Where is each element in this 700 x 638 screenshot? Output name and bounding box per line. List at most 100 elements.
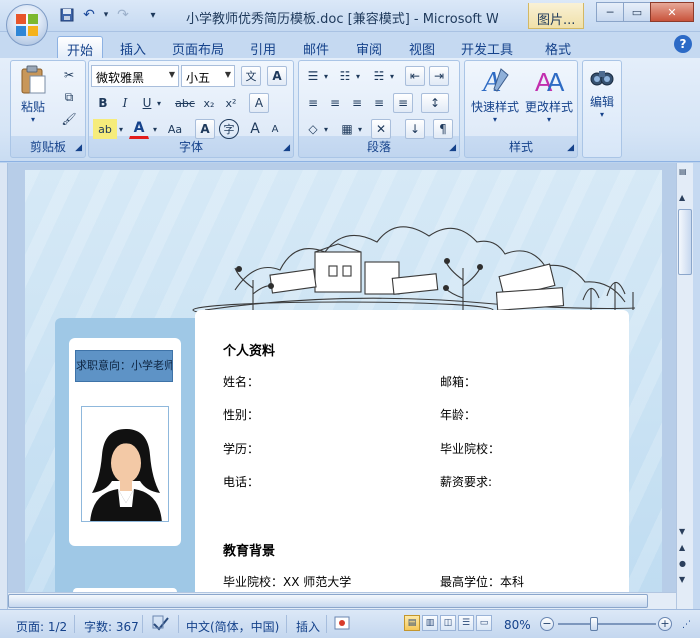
shading-dropdown-icon[interactable]: ▾ [321,119,331,139]
tab-mailings[interactable]: 邮件 [295,36,337,58]
bullets-dropdown-icon[interactable]: ▾ [321,66,331,86]
tab-page-layout[interactable]: 页面布局 [166,36,230,58]
tab-view[interactable]: 视图 [401,36,443,58]
font-name-dropdown-icon[interactable]: ▼ [169,70,175,79]
increase-indent-icon[interactable]: ⇥ [429,66,449,86]
styles-launcher-icon[interactable]: ◢ [567,143,574,153]
web-layout-icon[interactable]: ◫ [440,615,456,631]
status-insert-mode[interactable]: 插入 [296,618,320,635]
document-page[interactable]: 求职意向：小学老师 个人资料 姓名： 邮箱： 性别： 年龄： 学历： 毕业院校：… [25,170,662,602]
grow-font-icon[interactable]: A [245,119,265,139]
zoom-in-button[interactable]: + [658,617,672,631]
macro-record-icon[interactable] [334,615,350,634]
previous-page-icon[interactable]: ▲ [679,543,685,552]
quick-styles-button[interactable]: A 快速样式 ▾ [469,65,521,131]
scroll-down-icon[interactable]: ▼ [679,527,685,536]
status-page[interactable]: 页面: 1/2 [16,618,67,635]
numbering-dropdown-icon[interactable]: ▾ [353,66,363,86]
change-styles-button[interactable]: A A 更改样式 ▾ [523,65,575,131]
horizontal-scrollbar[interactable] [8,592,676,609]
draft-view-icon[interactable]: ▭ [476,615,492,631]
font-color-dropdown-icon[interactable]: ▾ [149,119,161,139]
outline-view-icon[interactable]: ☰ [458,615,474,631]
resize-grip-icon[interactable]: ⋰ [682,620,691,630]
format-painter-icon[interactable]: 🖌 [59,109,79,129]
contextual-tab-picture-tools[interactable]: 图片... [528,3,584,29]
subscript-button[interactable]: x₂ [199,93,219,113]
font-size-combo[interactable]: 小五 ▼ [181,65,235,87]
close-button[interactable]: ✕ [650,2,694,22]
center-icon[interactable]: ≡ [325,93,345,113]
paragraph-launcher-icon[interactable]: ◢ [449,143,456,153]
multilevel-list-icon[interactable]: ☵ [369,66,389,86]
maximize-button[interactable]: ▭ [623,2,651,22]
numbering-icon[interactable]: ☷ [335,66,355,86]
redo-icon[interactable]: ↷ [114,6,132,24]
borders-icon[interactable]: ▦ [337,119,357,139]
enclose-characters-icon[interactable]: 字 [219,119,239,139]
customize-qat-icon[interactable]: ▾ [144,6,162,24]
tab-format[interactable]: 格式 [536,36,580,58]
paste-button[interactable]: 粘贴 ▾ [15,65,51,131]
underline-dropdown-icon[interactable]: ▾ [153,93,165,113]
horizontal-scroll-thumb[interactable] [8,594,648,608]
next-page-icon[interactable]: ▼ [679,575,685,584]
superscript-button[interactable]: x² [221,93,241,113]
ruler-toggle-icon[interactable]: ▤ [679,167,687,176]
print-layout-view-icon[interactable]: ▤ [404,615,420,631]
status-word-count[interactable]: 字数: 367 [84,618,139,635]
save-icon[interactable] [58,6,76,24]
align-left-icon[interactable]: ≡ [303,93,323,113]
line-spacing-icon[interactable]: ↕ [421,93,449,113]
vertical-scrollbar[interactable]: ▤ ▲ ▼ ▲ ● ▼ [676,163,693,609]
zoom-out-button[interactable]: − [540,617,554,631]
highlight-dropdown-icon[interactable]: ▾ [115,119,127,139]
align-right-icon[interactable]: ≡ [347,93,367,113]
change-case-icon[interactable]: Aa [163,119,187,139]
browse-object-icon[interactable]: ● [679,559,686,568]
clear-formatting-icon[interactable]: A [249,93,269,113]
tab-review[interactable]: 审阅 [348,36,390,58]
strikethrough-button[interactable]: abc [173,93,197,113]
character-shading-icon[interactable]: A [195,119,215,139]
borders-dropdown-icon[interactable]: ▾ [355,119,365,139]
proofing-icon[interactable] [152,615,170,636]
cut-icon[interactable]: ✂ [59,65,79,85]
scroll-up-icon[interactable]: ▲ [679,193,685,202]
clipboard-launcher-icon[interactable]: ◢ [75,143,82,153]
font-name-combo[interactable]: 微软雅黑 ▼ [91,65,179,87]
shrink-font-icon[interactable]: A [265,119,285,139]
copy-icon[interactable]: ⧉ [59,87,79,107]
bold-button[interactable]: B [93,93,113,113]
help-icon[interactable]: ? [674,35,692,53]
zoom-level[interactable]: 80% [504,618,531,632]
undo-dropdown-icon[interactable]: ▾ [102,6,110,24]
italic-button[interactable]: I [115,93,135,113]
tab-insert[interactable]: 插入 [112,36,154,58]
justify-icon[interactable]: ≡ [369,93,389,113]
multilevel-dropdown-icon[interactable]: ▾ [387,66,397,86]
decrease-indent-icon[interactable]: ⇤ [405,66,425,86]
editing-button[interactable]: 编辑 ▾ [585,65,619,137]
chinese-layout-icon[interactable]: ✕ [371,119,391,139]
font-launcher-icon[interactable]: ◢ [283,143,290,153]
character-border-icon[interactable]: A [267,66,287,86]
tab-references[interactable]: 引用 [242,36,284,58]
shading-icon[interactable]: ◇ [303,119,323,139]
bullets-icon[interactable]: ☰ [303,66,323,86]
zoom-slider-track[interactable] [558,623,656,625]
status-language[interactable]: 中文(简体，中国) [186,618,279,635]
undo-icon[interactable]: ↶ [80,6,98,24]
tab-developer[interactable]: 开发工具 [454,36,520,58]
sort-icon[interactable]: ↓ [405,119,425,139]
profile-photo[interactable] [81,406,169,522]
distributed-icon[interactable]: ≡ [393,93,413,113]
font-color-icon[interactable]: A [129,119,149,139]
text-highlight-icon[interactable]: ab [93,119,117,139]
vertical-scroll-thumb[interactable] [678,209,692,275]
phonetic-guide-icon[interactable]: 文 [241,66,261,86]
font-size-dropdown-icon[interactable]: ▼ [225,70,231,79]
tab-home[interactable]: 开始 [57,36,103,59]
zoom-slider-thumb[interactable] [590,617,598,631]
show-marks-icon[interactable]: ¶ [433,119,453,139]
